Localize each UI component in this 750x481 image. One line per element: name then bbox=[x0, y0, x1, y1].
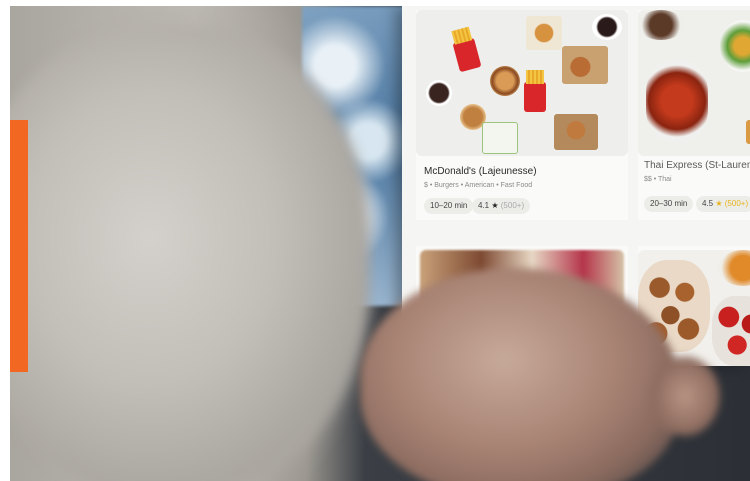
stir-fry-image bbox=[646, 60, 708, 142]
review-count: (500+) bbox=[500, 201, 525, 210]
restaurant-image bbox=[416, 10, 628, 156]
hand-knuckle bbox=[650, 356, 720, 436]
accent-bar bbox=[10, 120, 28, 372]
fries-image bbox=[452, 37, 482, 73]
restaurant-meta: $ • Burgers • American • Fast Food bbox=[424, 182, 533, 189]
burger-box-image bbox=[562, 46, 608, 84]
burger-box-image bbox=[554, 114, 598, 150]
salad-box-image bbox=[482, 122, 518, 154]
eta-badge: 10–20 min bbox=[424, 198, 474, 214]
rating-badge: 4.5 ★ (500+) bbox=[696, 196, 750, 212]
star-icon: ★ bbox=[491, 201, 499, 210]
eta-badge: 20–30 min bbox=[644, 196, 694, 212]
drink-image bbox=[426, 80, 452, 106]
review-count: (500+) bbox=[724, 199, 749, 208]
eta-text: 20–30 min bbox=[650, 199, 688, 208]
restaurant-card-mcdonalds[interactable]: McDonald's (Lajeunesse) $ • Burgers • Am… bbox=[416, 10, 628, 220]
rating-value: 4.1 bbox=[478, 201, 490, 210]
restaurant-image bbox=[638, 10, 750, 156]
rating-badge: 4.1 ★ (500+) bbox=[472, 198, 531, 214]
burger-image bbox=[490, 66, 520, 96]
restaurant-name[interactable]: McDonald's (Lajeunesse) bbox=[424, 166, 537, 177]
restaurant-name[interactable]: Thai Express (St-Laurent) bbox=[644, 160, 750, 171]
spring-roll-image bbox=[746, 120, 750, 144]
nuggets-box-image bbox=[526, 16, 562, 50]
salad-image bbox=[720, 20, 750, 72]
tomatoes-image bbox=[712, 296, 750, 366]
person-shoulder bbox=[10, 26, 370, 481]
dessert-image bbox=[592, 14, 622, 40]
fruit-image bbox=[718, 250, 750, 286]
star-icon: ★ bbox=[715, 199, 723, 208]
rating-value: 4.5 bbox=[702, 199, 714, 208]
restaurant-card-thai-express[interactable]: Thai Express (St-Laurent) $$ • Thai 20–3… bbox=[638, 10, 750, 220]
noodles-image bbox=[638, 10, 684, 40]
restaurant-meta: $$ • Thai bbox=[644, 176, 672, 183]
eta-text: 10–20 min bbox=[430, 201, 468, 210]
hero-photo: McDonald's (Lajeunesse) $ • Burgers • Am… bbox=[10, 6, 750, 481]
fries-image bbox=[524, 70, 546, 112]
